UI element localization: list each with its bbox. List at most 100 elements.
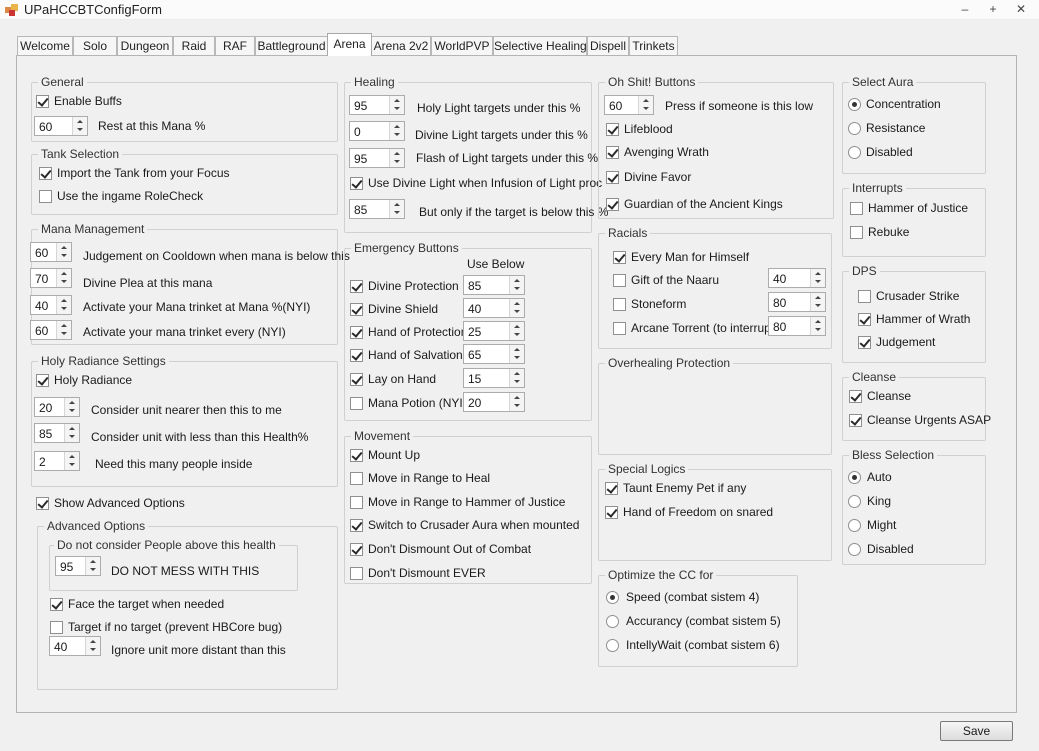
hand-of-protection-stepper[interactable]: 25: [463, 321, 525, 341]
close-button[interactable]: ✕: [1006, 0, 1036, 20]
oh-shit-stepper[interactable]: 60: [604, 95, 654, 115]
stepper-arrows[interactable]: [389, 200, 404, 218]
people-inside-stepper[interactable]: 2: [34, 451, 80, 471]
stepper-arrows[interactable]: [638, 96, 653, 114]
general-legend: General: [38, 75, 87, 89]
use-divine-light-label: Use Divine Light when Infusion of Light …: [368, 176, 603, 190]
stepper-arrows[interactable]: [509, 369, 524, 387]
divine-light-label: Divine Light targets under this %: [415, 128, 588, 142]
mana-trinket-stepper[interactable]: 40: [30, 295, 72, 315]
avenging-wrath-check: [606, 146, 619, 159]
tab-raf[interactable]: RAF: [215, 36, 255, 55]
rest-mana-stepper[interactable]: 60: [34, 116, 88, 136]
arcane-torrent-to-interrupt-stepper[interactable]: 80: [768, 316, 826, 336]
stepper-arrows[interactable]: [509, 345, 524, 363]
crusader-strike-check: [858, 290, 871, 303]
use-below-header: Use Below: [467, 257, 525, 271]
stepper-arrows[interactable]: [56, 269, 71, 287]
racials-legend: Racials: [605, 226, 651, 240]
stoneform-stepper[interactable]: 80: [768, 292, 826, 312]
rolecheck-label: Use the ingame RoleCheck: [57, 189, 204, 203]
mana-potion-nyi-stepper[interactable]: 20: [463, 392, 525, 412]
stepper-arrows[interactable]: [72, 117, 87, 135]
bless-might-radio-dot: [848, 519, 861, 532]
judgement-mana-stepper[interactable]: 60: [30, 242, 72, 262]
mana-trinket-every-value: 60: [35, 324, 49, 338]
stepper-arrows[interactable]: [64, 424, 79, 442]
stepper-arrows[interactable]: [56, 321, 71, 339]
move-in-range-to-hammer-of-justice-check: [350, 496, 363, 509]
movement-legend: Movement: [351, 429, 414, 443]
tab-selective-healing[interactable]: Selective Healing: [493, 36, 587, 55]
divine-protection-stepper[interactable]: 85: [463, 275, 525, 295]
aura-concentration-label: Concentration: [866, 97, 941, 111]
stepper-arrows[interactable]: [389, 96, 404, 114]
maximize-button[interactable]: +: [978, 0, 1008, 20]
nearer-unit-value: 20: [39, 401, 53, 415]
flash-light-label: Flash of Light targets under this %: [416, 151, 599, 165]
judgement-mana-value: 60: [35, 246, 49, 260]
tab-dungeon[interactable]: Dungeon: [117, 36, 173, 55]
move-in-range-to-heal-label: Move in Range to Heal: [368, 471, 491, 485]
stepper-arrows[interactable]: [56, 296, 71, 314]
nearer-unit-label: Consider unit nearer then this to me: [91, 403, 282, 417]
stepper-arrows[interactable]: [509, 322, 524, 340]
target-below-stepper[interactable]: 85: [349, 199, 405, 219]
every-man-for-himself-label: Every Man for Himself: [631, 250, 750, 264]
divine-favor-check: [606, 171, 619, 184]
divine-plea-label: Divine Plea at this mana: [83, 276, 213, 290]
stepper-arrows[interactable]: [509, 393, 524, 411]
stoneform-value: 80: [773, 296, 787, 310]
stepper-arrows[interactable]: [810, 269, 825, 287]
health-threshold-stepper[interactable]: 95: [55, 556, 101, 576]
tab-solo[interactable]: Solo: [73, 36, 117, 55]
app-icon: [5, 4, 18, 16]
oh-shit-legend: Oh Shit! Buttons: [605, 75, 699, 89]
stepper-arrows[interactable]: [810, 293, 825, 311]
stepper-arrows[interactable]: [509, 276, 524, 294]
distance-stepper[interactable]: 40: [49, 636, 101, 656]
divine-plea-stepper[interactable]: 70: [30, 268, 72, 288]
mana-trinket-every-stepper[interactable]: 60: [30, 320, 72, 340]
tab-dispell[interactable]: Dispell: [587, 36, 629, 55]
health-unit-stepper[interactable]: 85: [34, 423, 80, 443]
gift-of-the-naaru-stepper[interactable]: 40: [768, 268, 826, 288]
people-inside-value: 2: [39, 455, 46, 469]
tab-raid[interactable]: Raid: [173, 36, 215, 55]
tab-trinkets[interactable]: Trinkets: [629, 36, 678, 55]
nearer-unit-stepper[interactable]: 20: [34, 397, 80, 417]
tab-worldpvp[interactable]: WorldPVP: [431, 36, 493, 55]
holy-light-value: 95: [354, 99, 368, 113]
interrupts-group: Interrupts: [842, 181, 986, 257]
tab-arena-2v2[interactable]: Arena 2v2: [371, 36, 431, 55]
stepper-arrows[interactable]: [64, 452, 79, 470]
don-t-dismount-ever-label: Don't Dismount EVER: [368, 566, 486, 580]
stepper-arrows[interactable]: [85, 637, 100, 655]
holy-light-stepper[interactable]: 95: [349, 95, 405, 115]
people-inside-label: Need this many people inside: [95, 457, 253, 471]
flash-light-stepper[interactable]: 95: [349, 148, 405, 168]
stepper-arrows[interactable]: [810, 317, 825, 335]
bless-might-label: Might: [867, 518, 897, 532]
dps-legend: DPS: [849, 264, 880, 278]
lay-on-hand-stepper[interactable]: 15: [463, 368, 525, 388]
save-button[interactable]: Save: [940, 721, 1013, 741]
stepper-arrows[interactable]: [389, 122, 404, 140]
cleanse-urgents-asap-check: [849, 414, 862, 427]
tab-battleground[interactable]: Battleground: [255, 36, 328, 55]
gift-of-the-naaru-value: 40: [773, 272, 787, 286]
divine-light-stepper[interactable]: 0: [349, 121, 405, 141]
tab-arena[interactable]: Arena: [327, 33, 372, 56]
stepper-arrows[interactable]: [509, 299, 524, 317]
stepper-arrows[interactable]: [389, 149, 404, 167]
stepper-arrows[interactable]: [56, 243, 71, 261]
hand-of-salvation-stepper[interactable]: 65: [463, 344, 525, 364]
minimize-button[interactable]: –: [950, 0, 980, 20]
intellywait-label: IntellyWait (combat sistem 6): [626, 638, 780, 652]
stepper-arrows[interactable]: [64, 398, 79, 416]
divine-shield-stepper[interactable]: 40: [463, 298, 525, 318]
don-t-dismount-ever-check: [350, 567, 363, 580]
oh-shit-label: Press if someone is this low: [665, 99, 814, 113]
tab-welcome[interactable]: Welcome: [17, 36, 73, 55]
stepper-arrows[interactable]: [85, 557, 100, 575]
